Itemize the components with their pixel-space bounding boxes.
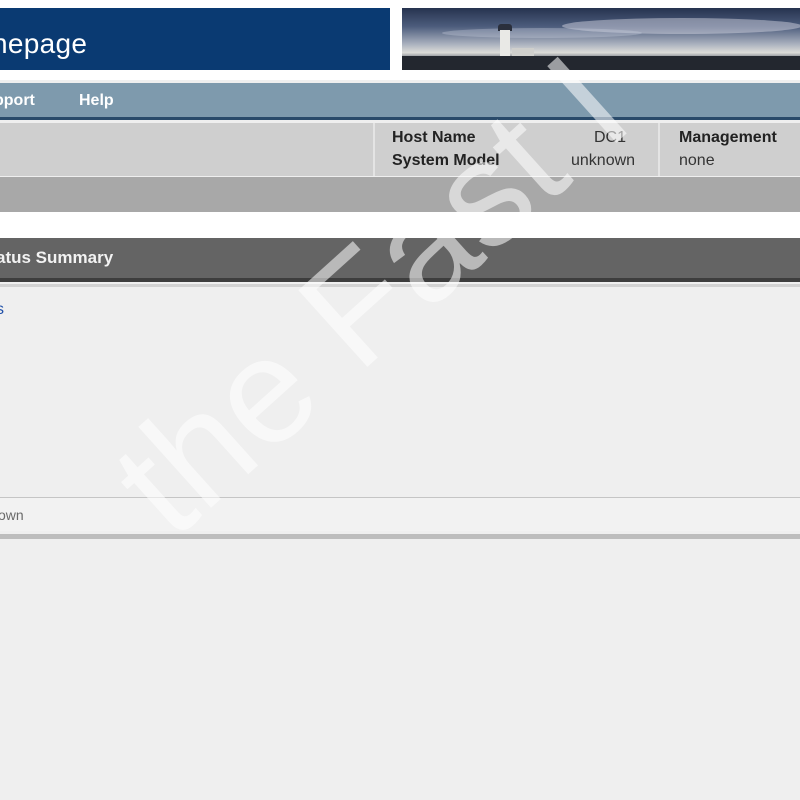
title-bar: nepage (0, 8, 390, 70)
header: nepage (0, 0, 800, 80)
status-link[interactable]: s (0, 301, 4, 319)
section-title: atus Summary (0, 248, 114, 267)
management-label: Management (679, 129, 777, 146)
system-info-strip: Host Name DC1 System Model unknown Manag… (0, 123, 800, 176)
host-name-value: DC1 (594, 129, 627, 146)
system-model-value: unknown (571, 152, 636, 169)
system-model-label: System Model (392, 152, 500, 169)
lighthouse-tower (500, 30, 510, 58)
status-row: own (0, 497, 800, 531)
nav-item-support[interactable]: pport (0, 92, 35, 110)
management-value: none (679, 152, 715, 169)
nav-bar: pport Help (0, 83, 800, 120)
status-text: own (0, 507, 24, 523)
host-name-label: Host Name (392, 129, 476, 146)
divider (658, 123, 660, 176)
spacer (0, 212, 800, 238)
divider (0, 534, 800, 539)
cloud-shape (442, 28, 642, 38)
nav-item-help[interactable]: Help (79, 92, 114, 110)
toolbar-band (0, 177, 800, 212)
status-summary-header: atus Summary (0, 238, 800, 282)
page-title: nepage (0, 28, 88, 59)
land-shape (402, 56, 800, 70)
divider (373, 123, 375, 176)
lighthouse-banner-image (402, 8, 800, 70)
divider (0, 284, 800, 287)
